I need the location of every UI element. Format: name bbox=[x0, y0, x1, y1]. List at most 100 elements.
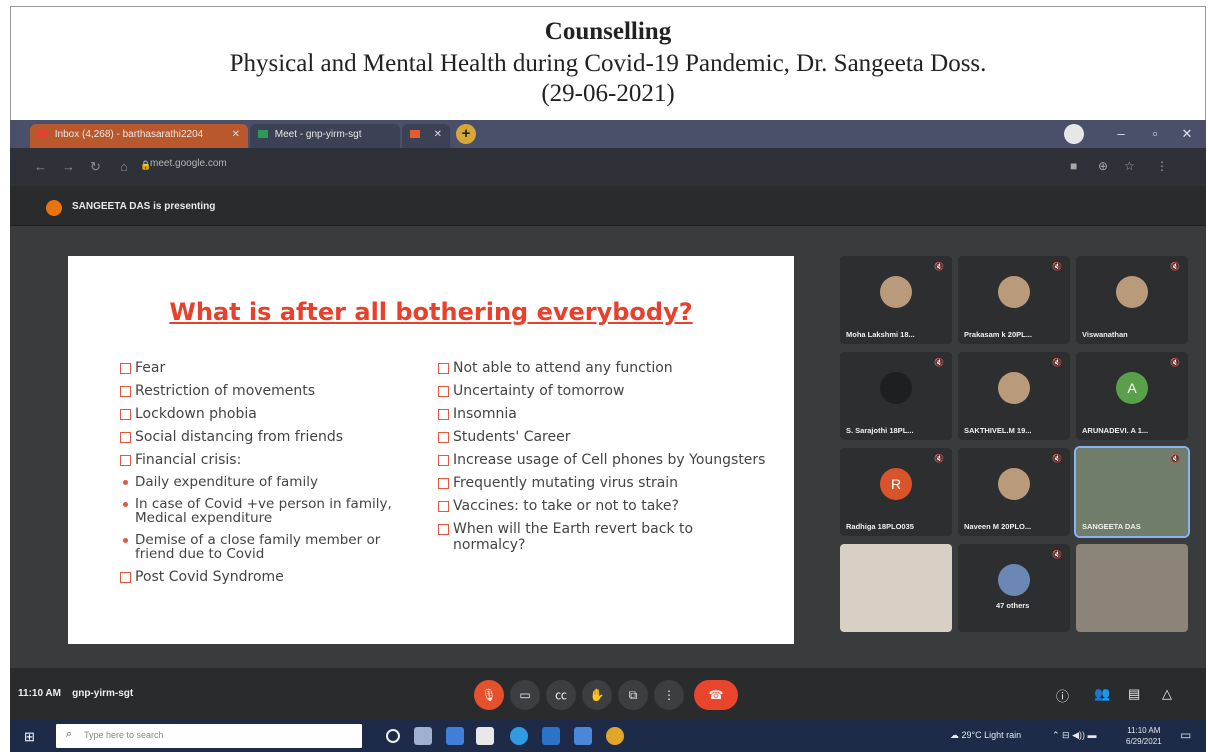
participant-name: Naveen M 20PLO... bbox=[964, 522, 1032, 531]
participant-tile[interactable]: 🔇 Moha Lakshmi 18... bbox=[840, 256, 952, 344]
checkbox-outline-icon bbox=[120, 572, 131, 583]
participant-tile[interactable]: 🔇 47 others bbox=[958, 544, 1070, 632]
mic-off-icon: 🔇 bbox=[1052, 262, 1062, 271]
participant-tile[interactable]: 🔇 Viswanathan bbox=[1076, 256, 1188, 344]
checkbox-outline-icon bbox=[438, 386, 449, 397]
search-placeholder: Type here to search bbox=[84, 730, 164, 740]
captions-button[interactable]: ㏄ bbox=[546, 680, 576, 710]
tab-gmail[interactable]: Inbox (4,268) - barthasarathi2204 ✕ bbox=[30, 124, 248, 148]
mic-off-icon: 🔇 bbox=[1052, 550, 1062, 559]
presenting-bar: SANGEETA DAS is presenting bbox=[10, 186, 1206, 226]
checkbox-outline-icon bbox=[438, 363, 449, 374]
mic-off-icon: 🔇 bbox=[1170, 358, 1180, 367]
slide-bullet-item: Fear bbox=[120, 360, 420, 376]
checkbox-outline-icon bbox=[438, 455, 449, 466]
reload-icon[interactable]: ↻ bbox=[90, 159, 101, 175]
star-icon[interactable]: ☆ bbox=[1124, 159, 1135, 173]
mic-off-icon: 🔇 bbox=[1170, 454, 1180, 463]
back-icon[interactable]: ← bbox=[34, 159, 47, 174]
checkbox-outline-icon bbox=[120, 409, 131, 420]
tab-meet[interactable]: Meet - gnp-yirm-sgt bbox=[250, 124, 400, 148]
system-clock[interactable]: 11:10 AM 6/29/2021 bbox=[1126, 725, 1162, 747]
participant-tile[interactable]: 🔇 SAKTHIVEL.M 19... bbox=[958, 352, 1070, 440]
bullet-dot-icon bbox=[123, 480, 128, 485]
search-box[interactable]: ⌕ Type here to search bbox=[56, 724, 362, 748]
tray-icons[interactable]: ⌃ ⊟ ◀)) ▬ bbox=[1052, 730, 1097, 741]
avatar bbox=[1116, 276, 1148, 308]
notification-icon[interactable]: ▭ bbox=[1180, 728, 1191, 742]
participant-name: Moha Lakshmi 18... bbox=[846, 330, 915, 339]
url-text[interactable]: meet.google.com bbox=[150, 158, 227, 169]
cortana-icon[interactable] bbox=[386, 729, 400, 743]
edge-icon[interactable] bbox=[510, 727, 528, 745]
task-view-icon[interactable] bbox=[414, 727, 432, 745]
more-options-button[interactable]: ⋮ bbox=[654, 680, 684, 710]
slide-bullet-item: Financial crisis: bbox=[120, 452, 420, 468]
camera-icon[interactable]: ■ bbox=[1070, 159, 1077, 173]
participant-tile[interactable] bbox=[1076, 544, 1188, 632]
activities-icon[interactable]: △ bbox=[1162, 686, 1172, 702]
raise-hand-button[interactable]: ✋ bbox=[582, 680, 612, 710]
address-bar: ← → ↻ ⌂ 🔒 meet.google.com ■ ⊕ ☆ ⋮ bbox=[10, 148, 1206, 186]
bullet-text: Demise of a close family member or frien… bbox=[135, 532, 381, 562]
slide-bullet-item: Demise of a close family member or frien… bbox=[120, 533, 420, 561]
slide-bullet-item: In case of Covid +ve person in family, M… bbox=[120, 497, 420, 525]
participant-name: 47 others bbox=[996, 601, 1030, 610]
menu-icon[interactable]: ⋮ bbox=[1156, 159, 1168, 173]
leave-call-button[interactable]: ☎ bbox=[694, 680, 738, 710]
close-icon[interactable]: ✕ bbox=[434, 129, 442, 140]
bullet-dot-icon bbox=[123, 502, 128, 507]
slide-bullet-item: Lockdown phobia bbox=[120, 406, 420, 422]
slide-bullet-item: Social distancing from friends bbox=[120, 429, 420, 445]
mic-off-icon: 🔇 bbox=[934, 358, 944, 367]
checkbox-outline-icon bbox=[120, 432, 131, 443]
checkbox-outline-icon bbox=[438, 432, 449, 443]
bullet-text: Financial crisis: bbox=[135, 452, 242, 468]
present-button[interactable]: ⧉ bbox=[618, 680, 648, 710]
participant-tile[interactable]: 🔇 Prakasam k 20PL... bbox=[958, 256, 1070, 344]
participant-video bbox=[840, 544, 952, 632]
participant-tile[interactable]: R 🔇 Radhiga 18PLO035 bbox=[840, 448, 952, 536]
slide-bullet-item: Restriction of movements bbox=[120, 383, 420, 399]
meeting-time: 11:10 AM gnp-yirm-sgt bbox=[18, 688, 133, 699]
forward-icon[interactable]: → bbox=[62, 159, 75, 174]
document-title: Counselling bbox=[544, 18, 672, 45]
profile-icon[interactable] bbox=[1064, 124, 1084, 144]
bullet-text: Uncertainty of tomorrow bbox=[453, 383, 625, 399]
participant-tile[interactable]: 🔇 S. Sarajothi 18PL... bbox=[840, 352, 952, 440]
mic-button[interactable]: 🎙 bbox=[474, 680, 504, 710]
tab-other[interactable]: ✕ bbox=[402, 124, 450, 148]
windows-icon[interactable]: ⊞ bbox=[24, 729, 35, 745]
people-icon[interactable]: 👥 bbox=[1094, 686, 1110, 702]
bullet-text: Not able to attend any function bbox=[453, 360, 673, 376]
zoom-icon[interactable]: ⊕ bbox=[1098, 159, 1108, 173]
explorer-icon[interactable] bbox=[574, 727, 592, 745]
info-icon[interactable]: ⓘ bbox=[1056, 686, 1069, 705]
mail-icon[interactable] bbox=[542, 727, 560, 745]
participant-tile[interactable]: A 🔇 ARUNADEVI. A 1... bbox=[1076, 352, 1188, 440]
store-icon[interactable] bbox=[476, 727, 494, 745]
phone-icon: ☎ bbox=[708, 688, 724, 702]
clock-time: 11:10 AM bbox=[1127, 726, 1161, 735]
chrome-icon[interactable] bbox=[606, 727, 624, 745]
close-icon[interactable]: ✕ bbox=[232, 129, 240, 140]
participant-tile[interactable] bbox=[840, 544, 952, 632]
camera-button[interactable]: ▭ bbox=[510, 680, 540, 710]
participant-name: S. Sarajothi 18PL... bbox=[846, 426, 914, 435]
participant-tile[interactable]: 🔇 Naveen M 20PLO... bbox=[958, 448, 1070, 536]
browser-tab-bar: Inbox (4,268) - barthasarathi2204 ✕ Meet… bbox=[10, 120, 1206, 148]
minimize-icon[interactable]: – bbox=[1108, 123, 1134, 145]
participant-name: Radhiga 18PLO035 bbox=[846, 522, 914, 531]
chat-icon[interactable]: ▤ bbox=[1128, 686, 1140, 702]
participant-tile[interactable]: 🔇 SANGEETA DAS bbox=[1074, 446, 1190, 538]
slide-bullet-item: Vaccines: to take or not to take? bbox=[438, 498, 768, 514]
maximize-icon[interactable]: ▫ bbox=[1142, 123, 1168, 145]
avatar bbox=[880, 276, 912, 308]
weather-text[interactable]: ☁ 29°C Light rain bbox=[950, 730, 1021, 741]
new-tab-button[interactable]: + bbox=[456, 124, 476, 144]
bullet-text: Social distancing from friends bbox=[135, 429, 344, 445]
calendar-app-icon[interactable] bbox=[446, 727, 464, 745]
home-icon[interactable]: ⌂ bbox=[120, 159, 128, 174]
close-window-icon[interactable]: ✕ bbox=[1174, 123, 1200, 145]
avatar bbox=[998, 276, 1030, 308]
